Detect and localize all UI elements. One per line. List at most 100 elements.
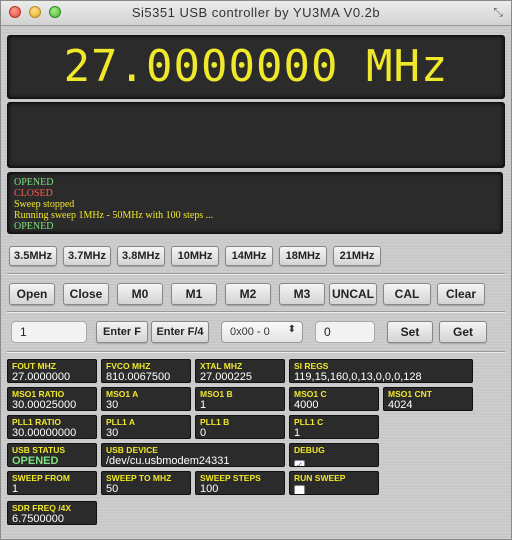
ms01-ratio-value: 30.00025000 [12, 399, 77, 411]
open-button[interactable]: Open [9, 283, 55, 305]
pll1-ratio-cell: PLL1 RATIO 30.00000000 [7, 415, 97, 439]
log-line: Sweep stopped [14, 199, 75, 210]
sdr-freq-value: 6.7500000 [12, 513, 64, 525]
usb-status-cell: USB STATUS OPENED [7, 443, 97, 467]
sweep-steps-label: SWEEP STEPS [200, 473, 261, 483]
xtal-cell: XTAL MHZ 27.000225 [195, 359, 285, 383]
fvco-cell: FVCO MHZ 810.0067500 [101, 359, 191, 383]
pll1-b-cell: PLL1 B 0 [195, 415, 285, 439]
sdr-freq-label: SDR FREQ /4X [12, 503, 72, 513]
pll1-ratio-value: 30.00000000 [12, 427, 77, 439]
fullscreen-icon[interactable]: ⤡ [493, 5, 503, 20]
log-line: CLOSED [14, 188, 53, 199]
preset-button[interactable]: 18MHz [279, 246, 327, 266]
pll1-ratio-label: PLL1 RATIO [12, 417, 61, 427]
spectrum-display [7, 102, 505, 168]
xtal-value: 27.000225 [200, 371, 252, 383]
get-button[interactable]: Get [439, 321, 487, 343]
log-line: OPENED [14, 221, 54, 232]
si-regs-value: 119,15,160,0,13,0,0,0,128 [294, 371, 422, 383]
debug-label: DEBUG [294, 445, 325, 455]
fvco-label: FVCO MHZ [106, 361, 151, 371]
sweep-to-cell: SWEEP TO MHZ 50 [101, 471, 191, 495]
ms01-a-cell: MSO1 A 30 [101, 387, 191, 411]
m1-button[interactable]: M1 [171, 283, 217, 305]
sweep-steps-value: 100 [200, 483, 219, 495]
preset-button[interactable]: 21MHz [333, 246, 381, 266]
ms01-b-cell: MSO1 B 1 [195, 387, 285, 411]
run-sweep-label: RUN SWEEP [294, 473, 346, 483]
enter-f4-button[interactable]: Enter F/4 [151, 321, 209, 343]
divider [7, 311, 505, 313]
m3-button[interactable]: M3 [279, 283, 325, 305]
pll1-b-value: 0 [200, 427, 207, 439]
usb-status-value: OPENED [12, 455, 59, 467]
frequency-input[interactable]: 1 [11, 321, 87, 343]
uncal-button[interactable]: UNCAL [329, 283, 377, 305]
ms01-c-value: 4000 [294, 399, 319, 411]
usb-status-label: USB STATUS [12, 445, 66, 455]
debug-checkbox[interactable]: ✓ [294, 460, 305, 466]
cal-button[interactable]: CAL [383, 283, 431, 305]
log-line: OPENED [14, 177, 54, 188]
register-select[interactable]: 0x00 - 0 ⬍ [221, 321, 303, 343]
ms01-a-label: MSO1 A [106, 389, 139, 399]
ms01-cnt-value: 4024 [388, 399, 413, 411]
clear-button[interactable]: Clear [437, 283, 485, 305]
window-title: Si5351 USB controller by YU3MA V0.2b [131, 5, 381, 20]
frequency-display: 27.0000000 MHz [7, 35, 505, 99]
ms01-c-label: MSO1 C [294, 389, 327, 399]
ms01-ratio-cell: MSO1 RATIO 30.00025000 [7, 387, 97, 411]
sweep-from-cell: SWEEP FROM 1 [7, 471, 97, 495]
preset-button[interactable]: 3.5MHz [9, 246, 57, 266]
usb-device-label: USB DEVICE [106, 445, 158, 455]
m2-button[interactable]: M2 [225, 283, 271, 305]
log-line: Running sweep 1MHz - 50MHz with 100 step… [14, 210, 214, 221]
ms01-cnt-cell: MSO1 CNT 4024 [383, 387, 473, 411]
close-button[interactable]: Close [63, 283, 109, 305]
app-window: Si5351 USB controller by YU3MA V0.2b ⤡ 2… [0, 0, 512, 540]
pll1-c-label: PLL1 C [294, 417, 324, 427]
preset-button[interactable]: 3.8MHz [117, 246, 165, 266]
ms01-b-label: MSO1 B [200, 389, 233, 399]
set-button[interactable]: Set [387, 321, 433, 343]
fout-label: FOUT MHZ [12, 361, 56, 371]
ms01-c-cell: MSO1 C 4000 [289, 387, 379, 411]
sdr-freq-cell: SDR FREQ /4X 6.7500000 [7, 501, 97, 525]
pll1-a-label: PLL1 A [106, 417, 135, 427]
pll1-a-value: 30 [106, 427, 119, 439]
pll1-b-label: PLL1 B [200, 417, 230, 427]
register-value-input[interactable]: 0 [315, 321, 375, 343]
fvco-value: 810.0067500 [106, 371, 171, 383]
preset-button[interactable]: 3.7MHz [63, 246, 111, 266]
enter-f-button[interactable]: Enter F [96, 321, 148, 343]
si-regs-cell: SI REGS 119,15,160,0,13,0,0,0,128 [289, 359, 473, 383]
select-arrows-icon: ⬍ [287, 324, 296, 335]
usb-device-value: /dev/cu.usbmodem24331 [106, 455, 230, 467]
sweep-to-label: SWEEP TO MHZ [106, 473, 172, 483]
run-sweep-checkbox[interactable] [294, 485, 305, 494]
divider [7, 273, 505, 275]
register-select-value: 0x00 - 0 [230, 326, 270, 338]
ms01-cnt-label: MSO1 CNT [388, 389, 432, 399]
si-regs-label: SI REGS [294, 361, 329, 371]
debug-cell: DEBUG ✓ [289, 443, 379, 467]
fout-cell: FOUT MHZ 27.0000000 [7, 359, 97, 383]
ms01-ratio-label: MSO1 RATIO [12, 389, 65, 399]
sweep-from-label: SWEEP FROM [12, 473, 70, 483]
pll1-a-cell: PLL1 A 30 [101, 415, 191, 439]
sweep-steps-cell: SWEEP STEPS 100 [195, 471, 285, 495]
run-sweep-cell: RUN SWEEP [289, 471, 379, 495]
title-bar: Si5351 USB controller by YU3MA V0.2b ⤡ [1, 1, 511, 26]
sweep-from-value: 1 [12, 483, 19, 495]
log-console: OPENED CLOSED Sweep stopped Running sweep 1… [7, 172, 503, 234]
xtal-label: XTAL MHZ [200, 361, 243, 371]
preset-button[interactable]: 10MHz [171, 246, 219, 266]
fout-value: 27.0000000 [12, 371, 71, 383]
pll1-c-value: 1 [294, 427, 301, 439]
ms01-a-value: 30 [106, 399, 119, 411]
m0-button[interactable]: M0 [117, 283, 163, 305]
usb-device-cell: USB DEVICE /dev/cu.usbmodem24331 [101, 443, 285, 467]
divider [7, 351, 505, 353]
preset-button[interactable]: 14MHz [225, 246, 273, 266]
